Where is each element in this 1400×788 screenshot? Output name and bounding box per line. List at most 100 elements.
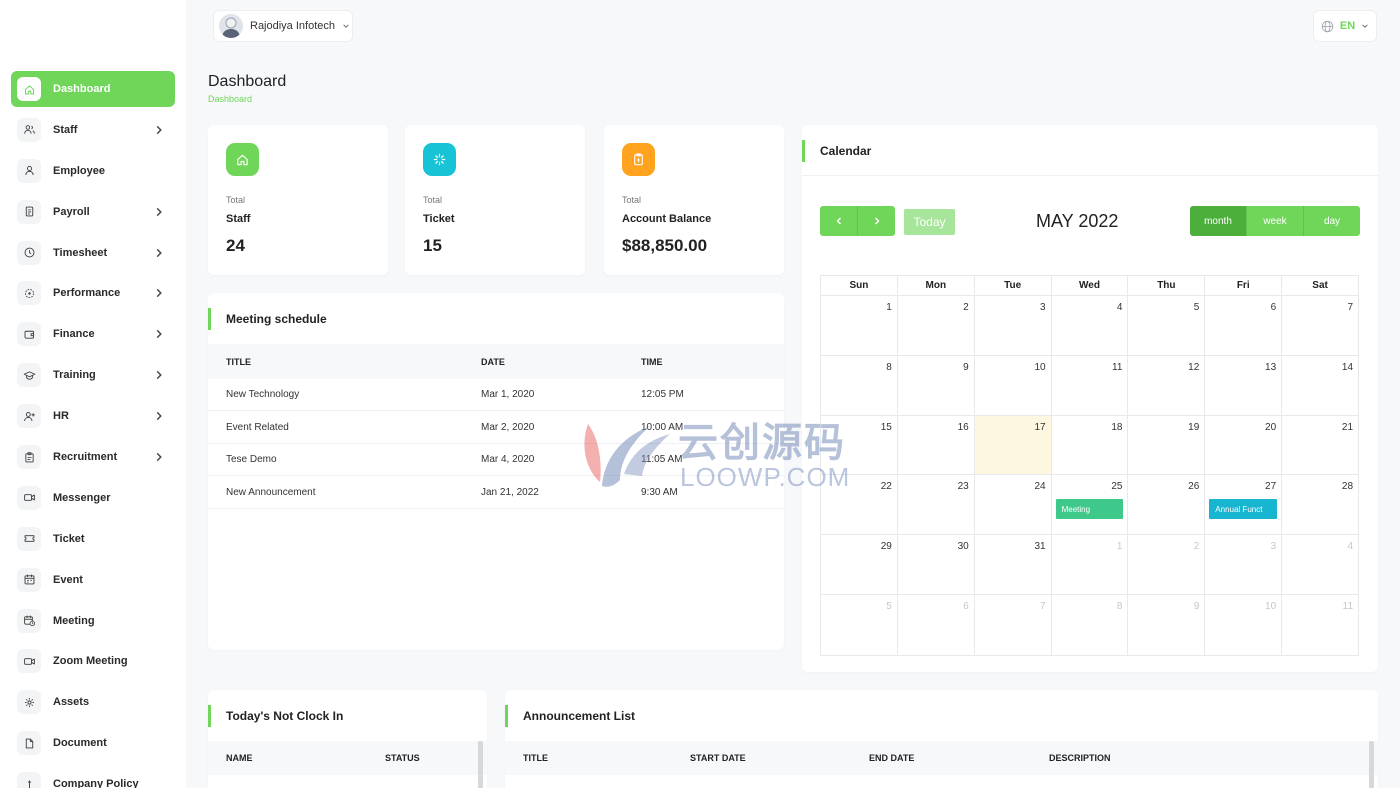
- breadcrumb[interactable]: Dashboard: [208, 94, 252, 104]
- calendar-day-cell[interactable]: 26: [1128, 475, 1206, 536]
- language-selector[interactable]: EN: [1313, 10, 1377, 42]
- ticket-icon: [24, 535, 34, 543]
- calendar-day-cell[interactable]: 8: [1052, 594, 1129, 655]
- sidebar-item-meeting[interactable]: Meeting: [11, 603, 175, 639]
- sidebar-item-label: Recruitment: [53, 451, 118, 464]
- week-view-button[interactable]: week: [1246, 206, 1303, 236]
- calendar-day-cell[interactable]: 2: [897, 296, 975, 356]
- sidebar-item-ticket[interactable]: Ticket: [11, 521, 175, 557]
- calendar-day-cell[interactable]: 6: [1205, 296, 1283, 356]
- sidebar-item-timesheet[interactable]: Timesheet: [11, 235, 175, 271]
- language-label: EN: [1339, 20, 1356, 32]
- sidebar-item-label: Finance: [53, 328, 95, 341]
- calendar-day-cell[interactable]: 22: [821, 475, 898, 536]
- sidebar-item-training[interactable]: Training: [11, 357, 175, 393]
- month-view-button[interactable]: month: [1190, 206, 1246, 236]
- calendar-week-row: 15 16 17 18 19 20 21: [821, 415, 1359, 476]
- sidebar-item-event[interactable]: Event: [11, 562, 175, 598]
- scrollbar[interactable]: [1369, 741, 1374, 788]
- sidebar-item-company-policy[interactable]: Company Policy: [11, 766, 175, 788]
- calendar-day-cell[interactable]: 9: [1128, 594, 1206, 655]
- calendar-day-cell[interactable]: 27 Annual Funct: [1205, 475, 1283, 536]
- clock-icon: [24, 247, 34, 258]
- calendar-day-cell[interactable]: 5: [1128, 296, 1206, 356]
- calendar-day-cell[interactable]: 14: [1282, 356, 1359, 416]
- day-view-button[interactable]: day: [1303, 206, 1360, 236]
- calendar-day-cell[interactable]: 4: [1282, 535, 1359, 595]
- calendar-day-number: 13: [1265, 361, 1277, 373]
- prev-month-button[interactable]: [820, 206, 857, 236]
- sidebar-item-icon: [17, 281, 41, 306]
- sidebar-item-zoom-meeting[interactable]: Zoom Meeting: [11, 643, 175, 679]
- sidebar-item-document[interactable]: Document: [11, 725, 175, 761]
- calendar-day-cell[interactable]: 7: [1282, 296, 1359, 356]
- calendar-day-cell[interactable]: 15: [821, 415, 898, 476]
- calendar-day-number: 15: [880, 421, 892, 433]
- table-row[interactable]: New Announcement Jan 21, 2022 9:30 AM: [208, 477, 784, 509]
- calendar-day-cell[interactable]: 1: [821, 296, 898, 356]
- calendar-day-cell[interactable]: 8: [821, 355, 898, 416]
- calendar-day-cell[interactable]: 30: [897, 535, 975, 595]
- policy-icon: [26, 780, 32, 788]
- weekday-mon: Mon: [897, 276, 975, 296]
- sidebar-item-dashboard[interactable]: Dashboard: [11, 71, 175, 107]
- sidebar-item-assets[interactable]: Assets: [11, 684, 175, 720]
- calendar-day-cell[interactable]: 17: [974, 415, 1052, 476]
- sidebar-item-recruitment[interactable]: Recruitment: [11, 439, 175, 475]
- sidebar-item-performance[interactable]: Performance: [11, 275, 175, 311]
- calendar-day-cell[interactable]: 29: [821, 535, 898, 595]
- calendar-day-cell[interactable]: 31: [974, 535, 1052, 595]
- calendar-day-cell[interactable]: 3: [1205, 535, 1283, 595]
- calendar-day-cell[interactable]: 18: [1051, 415, 1129, 476]
- calendar-day-cell[interactable]: 3: [974, 296, 1052, 356]
- calendar-day-cell[interactable]: 20: [1205, 415, 1283, 476]
- calendar-day-number: 30: [957, 541, 969, 553]
- calendar-day-number: 10: [1034, 361, 1046, 373]
- home-icon: [24, 84, 34, 94]
- table-row[interactable]: Tese Demo Mar 4, 2020 11:05 AM: [208, 444, 784, 477]
- calendar-day-cell[interactable]: 16: [897, 415, 975, 476]
- calendar-day-number: 7: [1347, 302, 1354, 313]
- next-month-button[interactable]: [857, 206, 895, 236]
- calendar-day-number: 24: [1034, 481, 1046, 493]
- calendar-day-cell[interactable]: 12: [1128, 355, 1206, 416]
- calendar-day-cell[interactable]: 28: [1282, 475, 1359, 536]
- sidebar-item-staff[interactable]: Staff: [11, 112, 175, 148]
- calendar-day-cell[interactable]: 4: [1051, 296, 1129, 356]
- calendar-day-cell[interactable]: 10: [1205, 594, 1283, 655]
- calendar-event[interactable]: Meeting: [1055, 499, 1124, 520]
- sidebar-item-messenger[interactable]: Messenger: [11, 480, 175, 516]
- calendar-day-cell[interactable]: 13: [1205, 355, 1283, 416]
- sidebar-item-hr[interactable]: HR: [11, 398, 175, 434]
- sidebar-item-payroll[interactable]: Payroll: [11, 194, 175, 230]
- calendar-day-cell[interactable]: 11: [1282, 595, 1358, 655]
- calendar-day-cell[interactable]: 24: [974, 475, 1052, 536]
- sidebar-item-finance[interactable]: Finance: [11, 316, 175, 352]
- table-row[interactable]: New Technology Mar 1, 2020 12:05 PM: [208, 379, 784, 411]
- calendar-day-cell[interactable]: 5: [821, 594, 898, 655]
- calendar-day-cell[interactable]: 6: [898, 594, 975, 655]
- calendar-day-cell[interactable]: 21: [1282, 416, 1359, 476]
- calendar-day-cell[interactable]: 23: [897, 475, 975, 536]
- calendar-day-cell[interactable]: 10: [974, 355, 1052, 416]
- calendar-day-cell[interactable]: 1: [1051, 535, 1129, 595]
- stat-card-staff: Total Staff 24: [208, 125, 388, 275]
- table-row[interactable]: Event Related Mar 2, 2020 10:00 AM: [208, 412, 784, 444]
- calendar-day-number: 5: [1193, 302, 1200, 313]
- calendar-day-cell[interactable]: 9: [897, 355, 975, 416]
- scrollbar[interactable]: [478, 741, 483, 788]
- calendar-day-cell[interactable]: 19: [1128, 415, 1206, 476]
- today-button[interactable]: Today: [904, 209, 955, 235]
- sidebar-item-employee[interactable]: Employee: [11, 153, 175, 189]
- calendar-day-number: 5: [886, 600, 892, 612]
- calendar-day-cell[interactable]: 25 Meeting: [1051, 475, 1129, 536]
- calendar-event[interactable]: Annual Funct: [1209, 499, 1278, 520]
- calendar-day-cell[interactable]: 2: [1128, 535, 1206, 595]
- weekday-wed: Wed: [1051, 276, 1129, 296]
- calendar-day-number: 19: [1188, 421, 1200, 433]
- calendar-day-cell[interactable]: 11: [1051, 355, 1129, 416]
- sidebar-item-icon: [17, 567, 41, 592]
- meeting-date: Mar 1, 2020: [481, 389, 535, 400]
- user-menu[interactable]: Rajodiya Infotech: [213, 10, 353, 42]
- calendar-day-cell[interactable]: 7: [975, 594, 1052, 655]
